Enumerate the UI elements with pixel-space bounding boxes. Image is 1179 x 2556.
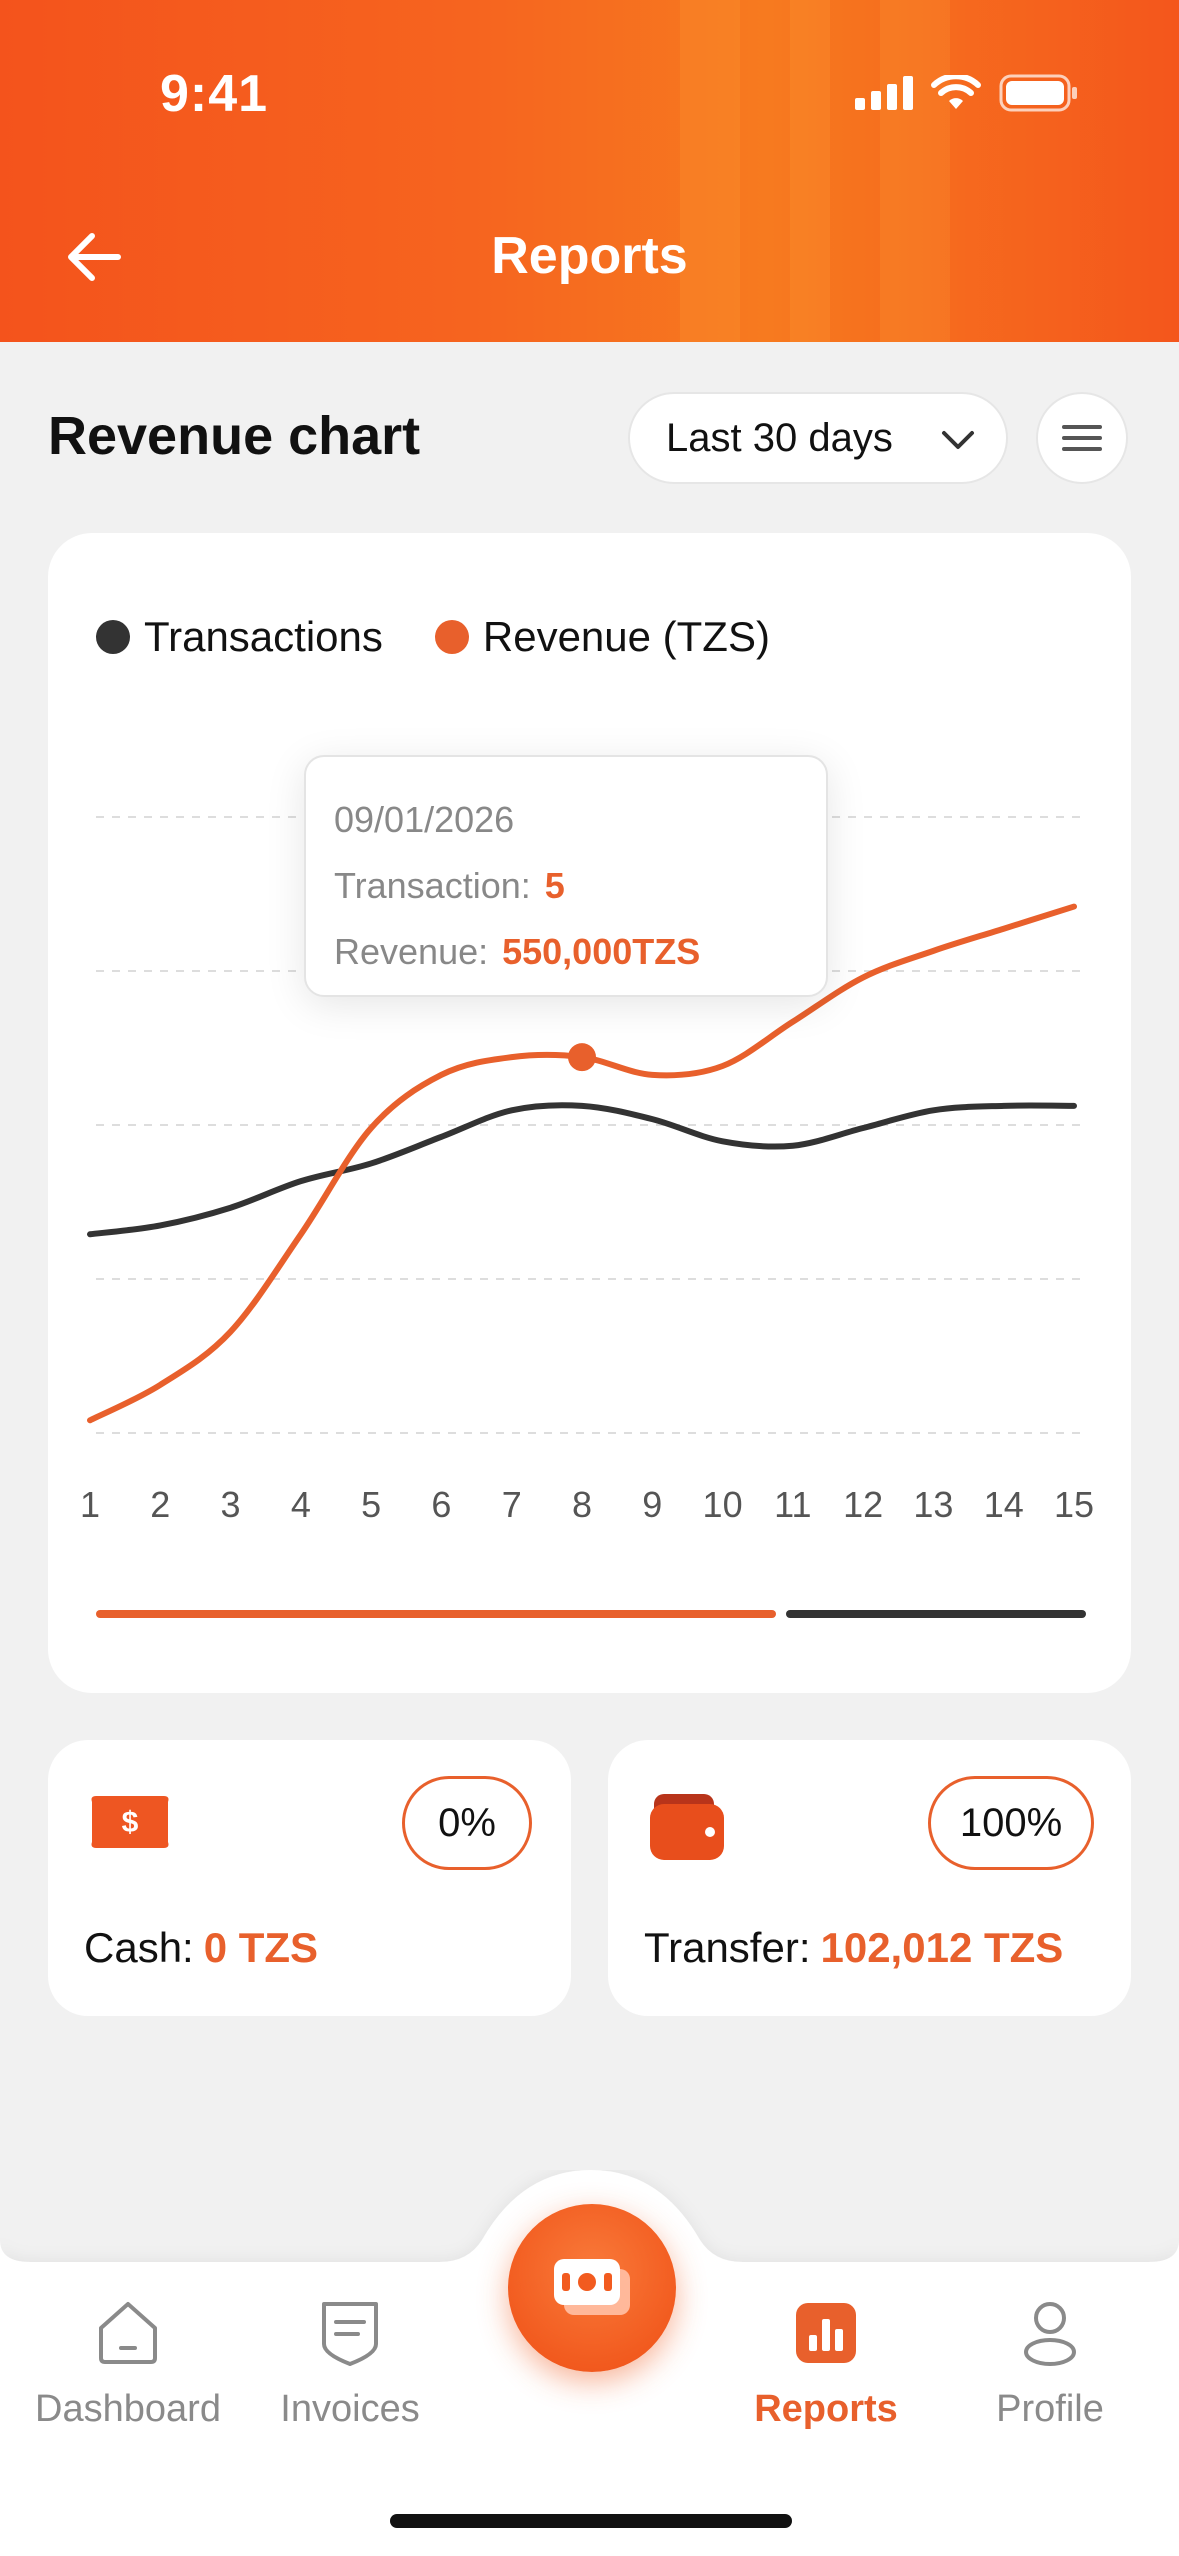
page-title: Reports xyxy=(491,227,688,285)
tab-label-reports: Reports xyxy=(754,2388,898,2430)
cash-amount: 0 TZS xyxy=(203,1924,319,1971)
x-tick-label: 11 xyxy=(774,1484,811,1525)
transfer-card[interactable]: 100% Transfer: 102,012 TZS xyxy=(608,1740,1131,2016)
status-icons xyxy=(855,74,1079,112)
bar-chart-icon xyxy=(796,2303,856,2363)
transfer-amount: 102,012 TZS xyxy=(820,1924,1064,1971)
date-range-value: Last 30 days xyxy=(666,415,893,460)
tab-label-profile: Profile xyxy=(996,2388,1104,2430)
tooltip-date: 09/01/2026 xyxy=(334,799,515,840)
chart-scroll-indicator-rest[interactable] xyxy=(786,1610,1086,1618)
status-time: 9:41 xyxy=(160,65,269,123)
cash-label: Cash: xyxy=(84,1924,194,1971)
wifi-icon xyxy=(931,75,981,109)
header-decor xyxy=(790,0,830,342)
app-header: 9:41 Reports xyxy=(0,0,1179,342)
x-tick-label: 8 xyxy=(572,1484,592,1525)
x-tick-label: 2 xyxy=(150,1484,170,1525)
x-tick-label: 6 xyxy=(431,1484,451,1525)
x-tick-label: 14 xyxy=(984,1484,1024,1525)
tab-invoices[interactable]: Invoices xyxy=(240,2288,460,2431)
chart-scroll-indicator-active[interactable] xyxy=(96,1610,776,1618)
chart-tooltip: 09/01/2026 Transaction: 5 Revenue: 550,0… xyxy=(304,755,828,997)
tooltip-transaction-row: Transaction: 5 xyxy=(334,853,798,919)
header-decor xyxy=(880,0,950,342)
header-decor xyxy=(680,0,740,342)
x-tick-label: 1 xyxy=(80,1484,100,1525)
cash-icon: $ xyxy=(91,1796,169,1848)
tab-label-invoices: Invoices xyxy=(280,2388,420,2430)
transfer-percent-badge: 100% xyxy=(928,1776,1094,1870)
home-indicator xyxy=(390,2514,792,2528)
tooltip-transaction-label: Transaction: xyxy=(334,865,531,906)
x-tick-label: 12 xyxy=(843,1484,883,1525)
tab-dashboard[interactable]: Dashboard xyxy=(18,2288,238,2431)
cash-percent-badge: 0% xyxy=(402,1776,532,1870)
x-tick-label: 4 xyxy=(291,1484,311,1525)
x-tick-label: 10 xyxy=(703,1484,743,1525)
section-title: Revenue chart xyxy=(48,406,421,466)
home-icon xyxy=(99,2302,157,2364)
revenue-chart-card: Transactions Revenue (TZS) 1 2 3 4 5 6 7 8 9 10 11… xyxy=(48,533,1131,1693)
wallet-icon xyxy=(650,1794,724,1860)
money-scan-icon xyxy=(554,2259,630,2315)
tooltip-revenue-row: Revenue: 550,000TZS xyxy=(334,919,798,985)
cash-summary: Cash: 0 TZS xyxy=(84,1924,318,1972)
tooltip-revenue-label: Revenue: xyxy=(334,931,489,972)
revenue-line-chart[interactable]: 1 2 3 4 5 6 7 8 9 10 11 12 13 14 15 xyxy=(48,533,1131,1693)
tab-profile[interactable]: Profile xyxy=(940,2288,1160,2431)
scan-pay-button[interactable] xyxy=(508,2204,676,2372)
tooltip-transaction-value: 5 xyxy=(544,865,565,906)
invoice-icon xyxy=(322,2302,378,2366)
x-tick-label: 15 xyxy=(1054,1484,1094,1525)
transfer-summary: Transfer: 102,012 TZS xyxy=(644,1924,1063,1972)
svg-text:$: $ xyxy=(122,1806,139,1839)
x-tick-label: 9 xyxy=(642,1484,662,1525)
x-tick-label: 7 xyxy=(502,1484,522,1525)
tab-label-dashboard: Dashboard xyxy=(35,2388,221,2430)
user-icon xyxy=(1024,2302,1076,2366)
x-tick-label: 5 xyxy=(361,1484,381,1525)
options-menu-button[interactable] xyxy=(1036,392,1128,484)
transfer-label: Transfer: xyxy=(644,1924,811,1971)
x-tick-label: 3 xyxy=(221,1484,241,1525)
tab-reports[interactable]: Reports xyxy=(716,2288,936,2431)
cash-card[interactable]: $ 0% Cash: 0 TZS xyxy=(48,1740,571,2016)
chevron-down-icon xyxy=(942,431,974,449)
x-tick-label: 13 xyxy=(913,1484,953,1525)
highlight-point[interactable] xyxy=(568,1043,596,1072)
signal-icon xyxy=(855,76,913,110)
battery-icon xyxy=(999,74,1077,112)
tooltip-revenue-value: 550,000TZS xyxy=(502,931,701,972)
menu-icon xyxy=(1062,425,1102,451)
date-range-select[interactable]: Last 30 days xyxy=(628,392,1008,484)
